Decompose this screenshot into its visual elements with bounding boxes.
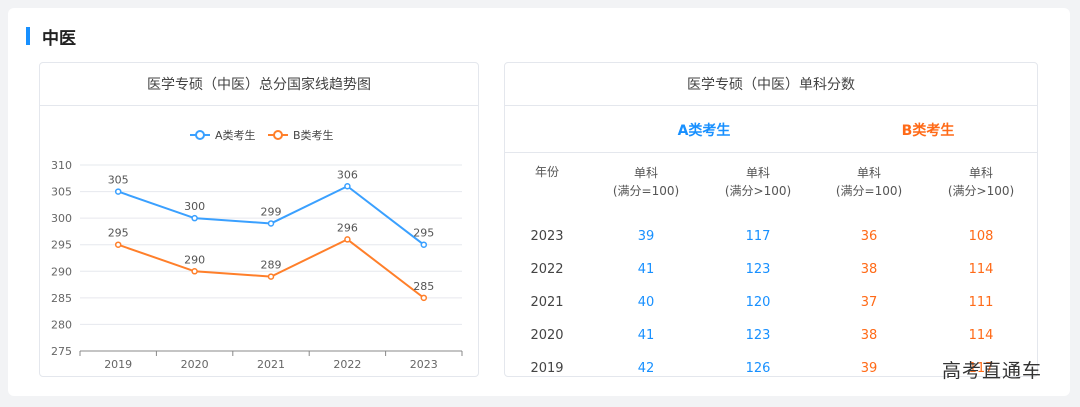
table-cell-b2: 108: [968, 228, 994, 244]
y-tick-label: 290: [51, 265, 72, 278]
trend-line-chart: 310 305 300 295 290 285 280 275 2019 2020 2021 2022…: [51, 128, 463, 371]
data-label: 290: [184, 253, 205, 266]
column-header-line: (满分=100): [835, 184, 903, 198]
y-tick-label: 275: [51, 345, 72, 358]
data-point: [344, 183, 351, 190]
y-tick-label: 300: [51, 212, 72, 225]
legend-label: A类考生: [215, 128, 256, 142]
table-cell-b2: 114: [968, 327, 994, 343]
table-cell-a2: 123: [745, 327, 771, 343]
score-table-card: 医学专硕（中医）单科分数 A类考生 B类考生 年份 单科 (满分=100) 单科 (满分…: [504, 62, 1038, 377]
data-point: [191, 268, 198, 275]
data-point: [420, 294, 428, 302]
data-label: 299: [261, 205, 282, 218]
column-header-b2: 单科 (满分>100): [926, 163, 1036, 201]
data-point: [420, 241, 428, 248]
group-b-label: B类考生: [901, 123, 955, 139]
table-cell-b2: 114: [968, 261, 994, 277]
group-a-label: A类考生: [677, 123, 731, 139]
column-header-line: 单科: [633, 166, 658, 180]
table-cell-a1: 41: [637, 261, 655, 277]
x-tick-label: 2019: [104, 358, 132, 371]
y-tick-label: 305: [51, 186, 72, 199]
legend-marker: [195, 130, 205, 140]
table-cell-a1: 42: [637, 360, 655, 376]
column-header-line: 单科: [968, 166, 993, 180]
data-point: [267, 220, 275, 227]
section-accent-bar: [26, 27, 30, 45]
table-cell-year: 2019: [530, 360, 564, 376]
data-label: 285: [413, 280, 434, 293]
data-point: [114, 188, 122, 195]
table-cell-b1: 38: [860, 261, 878, 277]
column-header-year: 年份: [534, 165, 559, 179]
data-point: [267, 273, 275, 280]
x-tick-label: 2022: [333, 358, 361, 371]
group-header-row: A类考生 B类考生: [505, 107, 1037, 153]
column-header-line: (满分>100): [724, 184, 792, 198]
y-tick-label: 310: [51, 159, 72, 172]
x-tick-label: 2023: [410, 358, 438, 371]
table-cell-a2: 117: [745, 228, 771, 244]
trend-chart-card: 医学专硕（中医）总分国家线趋势图 310 305 300 295 290 285 280 27…: [39, 62, 479, 377]
table-card-title: 医学专硕（中医）单科分数: [505, 63, 1037, 106]
column-header-line: (满分>100): [947, 184, 1015, 198]
x-tick-label: 2020: [181, 358, 209, 371]
legend-marker: [273, 130, 283, 140]
data-label: 295: [108, 227, 129, 240]
table-cell-b1: 38: [860, 327, 878, 343]
data-label: 289: [261, 259, 282, 272]
table-cell-b1: 37: [860, 294, 878, 310]
table-cell-a2: 120: [745, 294, 771, 310]
data-label: 295: [413, 227, 434, 240]
y-tick-label: 280: [51, 318, 72, 331]
data-point: [114, 241, 122, 248]
column-header-a1: 单科 (满分=100): [591, 163, 701, 201]
data-point: [344, 236, 351, 243]
column-header-line: (满分=100): [612, 184, 680, 198]
watermark: 高考直通车: [941, 360, 1042, 382]
column-header-b1: 单科 (满分=100): [814, 163, 924, 201]
y-tick-label: 285: [51, 292, 72, 305]
main-panel: 中医 医学专硕（中医）总分国家线趋势图 310 305 300 295 290 285 28…: [8, 8, 1070, 396]
table-cell-year: 2021: [530, 294, 564, 310]
y-tick-label: 295: [51, 239, 72, 252]
data-label: 305: [108, 174, 129, 187]
column-header-line: 单科: [745, 166, 770, 180]
table-cell-a1: 41: [637, 327, 655, 343]
table-cell-a2: 126: [745, 360, 771, 376]
table-cell-a1: 39: [637, 228, 655, 244]
section-header: 中医: [26, 26, 76, 49]
column-header-a2: 单科 (满分>100): [703, 163, 813, 201]
table-cell-year: 2020: [530, 327, 564, 343]
table-cell-year: 2022: [530, 261, 564, 277]
table-cell-a1: 40: [637, 294, 655, 310]
data-label: 300: [184, 200, 205, 213]
legend-label: B类考生: [293, 128, 334, 142]
table-cell-b1: 39: [860, 360, 878, 376]
table-cell-a2: 123: [745, 261, 771, 277]
data-label: 296: [337, 221, 358, 234]
x-tick-label: 2021: [257, 358, 285, 371]
chart-card-title: 医学专硕（中医）总分国家线趋势图: [40, 63, 478, 106]
data-point: [191, 214, 198, 222]
section-title: 中医: [42, 28, 76, 49]
column-header-line: 单科: [856, 166, 881, 180]
table-cell-year: 2023: [530, 228, 564, 244]
data-label: 306: [337, 168, 358, 181]
table-cell-b1: 36: [860, 228, 878, 244]
table-cell-b2: 111: [968, 294, 994, 310]
